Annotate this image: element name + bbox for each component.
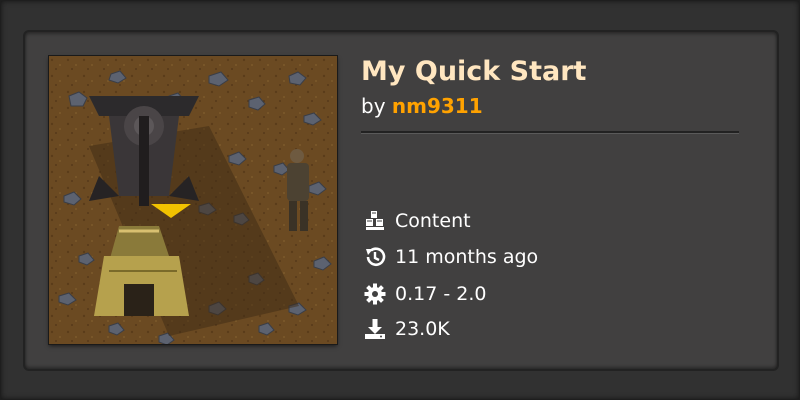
- author-line: by nm9311: [361, 93, 483, 119]
- author-link[interactable]: nm9311: [392, 94, 483, 118]
- divider: [361, 131, 739, 134]
- gear-icon: [363, 282, 387, 306]
- mod-title[interactable]: My Quick Start: [361, 55, 586, 89]
- info-downloads-text: 23.0K: [395, 318, 450, 340]
- info-updated: 11 months ago: [363, 244, 538, 270]
- mod-thumbnail[interactable]: [49, 56, 337, 344]
- info-updated-text: 11 months ago: [395, 246, 539, 268]
- page-frame: My Quick Start by nm9311 Content 11 mont…: [0, 0, 800, 400]
- info-category: Content: [363, 208, 471, 234]
- info-versions: 0.17 - 2.0: [363, 281, 486, 307]
- download-icon: [363, 317, 387, 341]
- info-category-text: Content: [395, 210, 471, 232]
- cubes-icon: [363, 209, 387, 233]
- by-label: by: [361, 94, 386, 118]
- info-downloads: 23.0K: [363, 316, 450, 342]
- history-icon: [363, 245, 387, 269]
- info-versions-text: 0.17 - 2.0: [395, 283, 487, 305]
- thumbnail-image: [49, 56, 337, 344]
